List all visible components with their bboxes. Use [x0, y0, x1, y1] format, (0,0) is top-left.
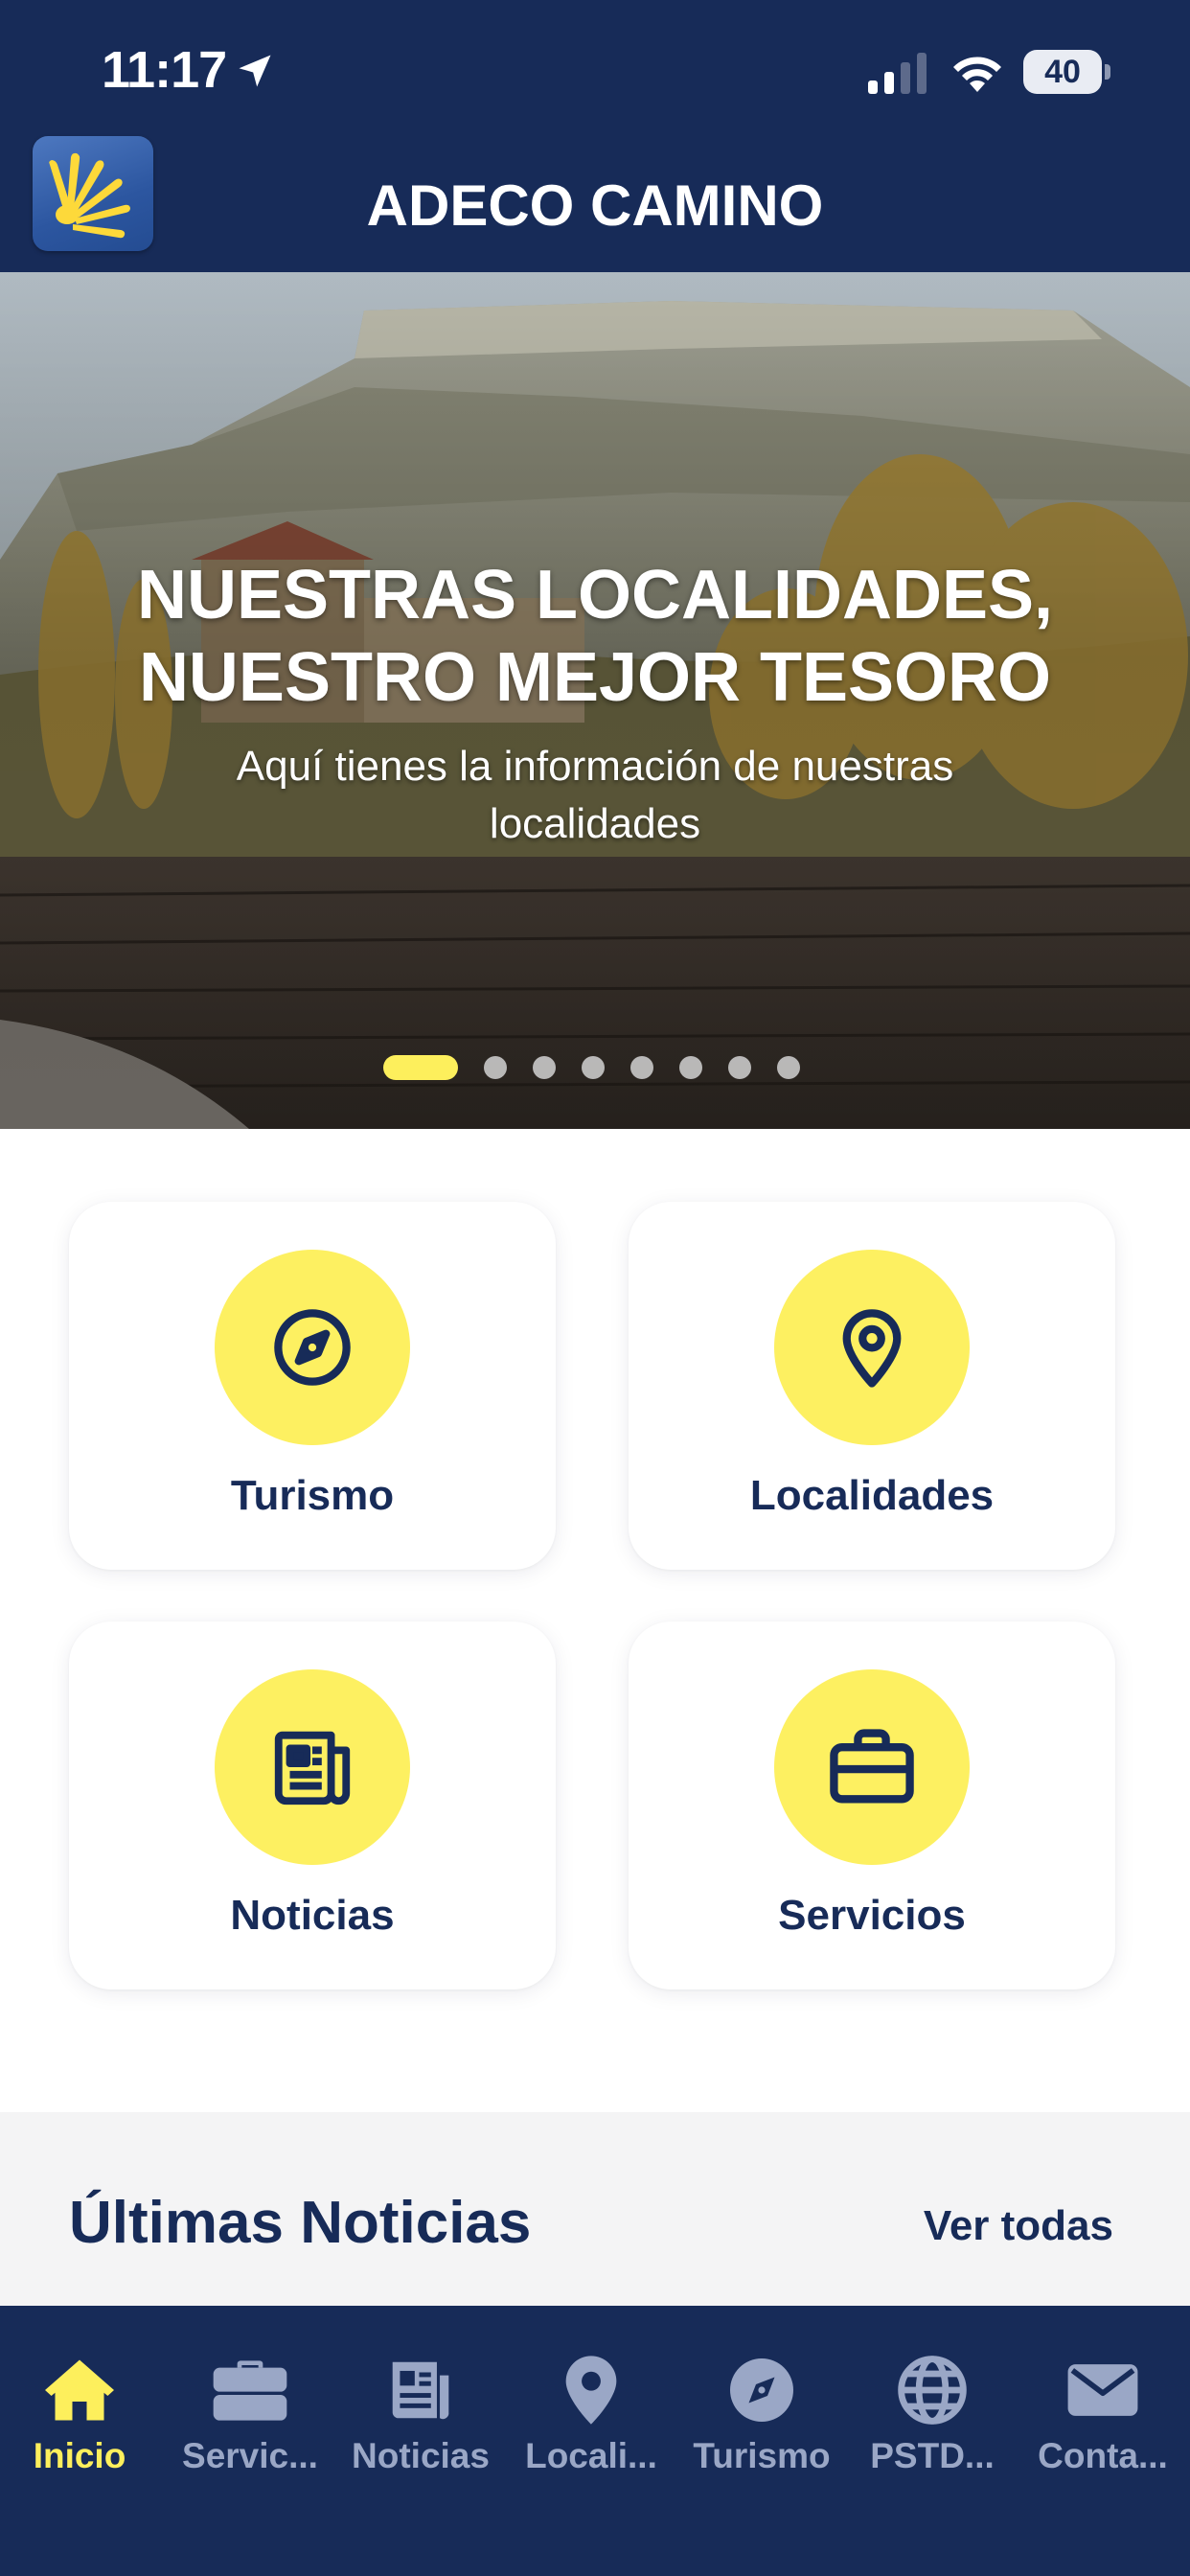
briefcase-icon: [830, 1729, 914, 1804]
compass-icon: [274, 1309, 351, 1386]
home-icon: [45, 2359, 114, 2421]
card-label: Noticias: [230, 1892, 395, 1939]
card-noticias[interactable]: Noticias: [69, 1622, 556, 1990]
status-time: 11:17: [102, 41, 227, 99]
app-header: ADECO CAMINO: [0, 134, 1190, 272]
compass-icon: [730, 2358, 793, 2422]
location-arrow-icon: [239, 55, 271, 87]
carousel-dot-2[interactable]: [484, 1056, 507, 1079]
card-label: Servicios: [778, 1892, 966, 1939]
card-servicios[interactable]: Servicios: [629, 1622, 1115, 1990]
card-icon-circle: [774, 1250, 970, 1445]
latest-news-section: Últimas Noticias Ver todas: [0, 2112, 1190, 2306]
carousel-pagination: [383, 1054, 800, 1081]
hero-subtitle: Aquí tienes la información de nuestras l…: [236, 743, 954, 847]
hero-heading: NUESTRAS LOCALIDADES, NUESTRO MEJOR TESO…: [136, 557, 1054, 716]
tab-noticias[interactable]: Noticias: [335, 2306, 506, 2475]
card-icon-circle: [215, 1669, 410, 1865]
newspaper-icon: [274, 1731, 351, 1806]
carousel-dot-7[interactable]: [728, 1056, 751, 1079]
quick-access-grid: Turismo Localidades Noticias Servicios: [0, 1129, 1190, 2112]
carousel-dot-3[interactable]: [533, 1056, 556, 1079]
battery-icon: 40: [1023, 50, 1111, 94]
tab-inicio[interactable]: Inicio: [0, 2306, 165, 2475]
tab-label: Conta...: [1038, 2436, 1168, 2475]
card-label: Localidades: [749, 1472, 995, 1519]
tab-pstd[interactable]: PSTD...: [847, 2306, 1018, 2475]
see-all-news-link[interactable]: Ver todas: [924, 2202, 1113, 2250]
status-bar: 11:17 40: [0, 0, 1190, 134]
card-icon-circle: [215, 1250, 410, 1445]
battery-level: 40: [1023, 50, 1102, 94]
carousel-dot-5[interactable]: [630, 1056, 653, 1079]
briefcase-icon: [213, 2360, 287, 2421]
tab-contacto[interactable]: Conta...: [1018, 2306, 1188, 2475]
map-pin-icon: [565, 2356, 617, 2425]
tab-label: PSTD...: [870, 2436, 995, 2475]
tab-localidades[interactable]: Locali...: [506, 2306, 676, 2475]
carousel-dot-1[interactable]: [383, 1055, 458, 1080]
carousel-dot-8[interactable]: [777, 1056, 800, 1079]
map-pin-icon: [842, 1309, 902, 1388]
latest-news-title: Últimas Noticias: [69, 2190, 532, 2256]
wifi-icon: [953, 57, 1001, 92]
newspaper-icon: [392, 2361, 449, 2420]
tab-turismo[interactable]: Turismo: [676, 2306, 847, 2475]
card-localidades[interactable]: Localidades: [629, 1202, 1115, 1570]
globe-icon: [898, 2356, 967, 2425]
tab-label: Locali...: [525, 2436, 657, 2475]
bottom-tab-bar: Inicio Servic... Noticias Locali... Turi…: [0, 2306, 1190, 2576]
hero-carousel[interactable]: NUESTRAS LOCALIDADES, NUESTRO MEJOR TESO…: [0, 272, 1190, 1129]
tab-label: Noticias: [352, 2436, 490, 2475]
cellular-signal-icon: [868, 53, 927, 94]
tab-label: Inicio: [33, 2436, 126, 2475]
tab-servicios[interactable]: Servic...: [165, 2306, 335, 2475]
card-label: Turismo: [230, 1472, 395, 1519]
app-title: ADECO CAMINO: [366, 173, 824, 238]
mail-icon: [1067, 2364, 1138, 2416]
card-icon-circle: [774, 1669, 970, 1865]
tab-label: Turismo: [693, 2436, 831, 2475]
carousel-dot-4[interactable]: [582, 1056, 605, 1079]
carousel-dot-6[interactable]: [679, 1056, 702, 1079]
tab-label: Servic...: [182, 2436, 318, 2475]
card-turismo[interactable]: Turismo: [69, 1202, 556, 1570]
